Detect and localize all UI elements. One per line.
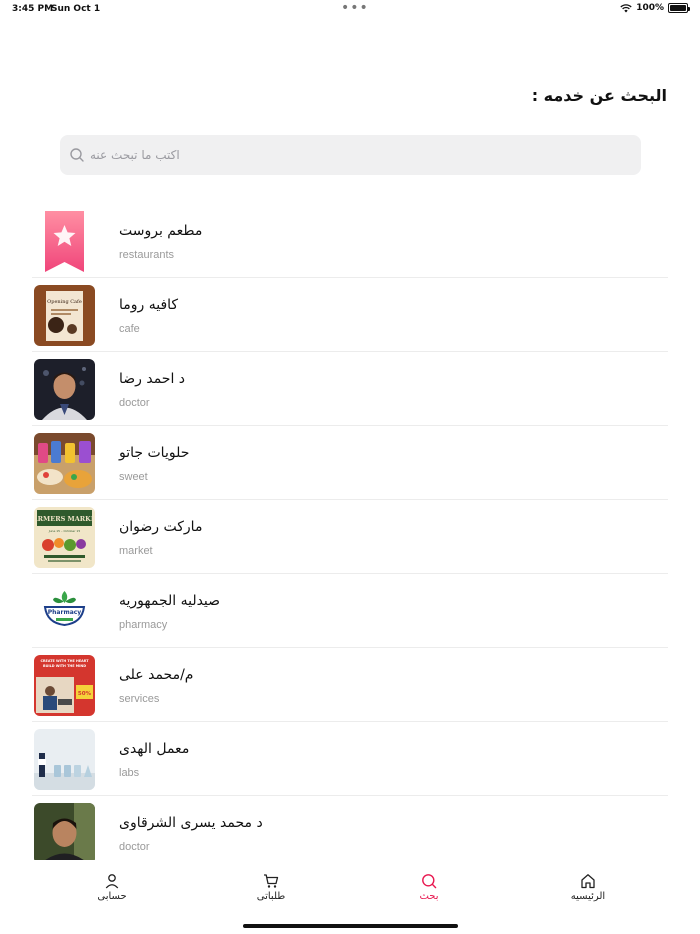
- status-bar: 3:45 PM Sun Oct 1 ••• 100%: [0, 0, 700, 18]
- tab-label: بحث: [419, 891, 439, 902]
- list-item[interactable]: Pharmacy صيدليه الجمهوريه pharmacy: [32, 574, 668, 648]
- service-category: labs: [119, 767, 140, 779]
- tab-label: الرئيسيه: [570, 891, 606, 902]
- battery-fill: [670, 5, 686, 11]
- list-item[interactable]: د محمد يسرى الشرقاوى doctor: [32, 796, 668, 860]
- service-category: pharmacy: [119, 619, 168, 631]
- multitasking-dots-icon[interactable]: •••: [341, 0, 369, 16]
- service-category: cafe: [119, 323, 140, 335]
- tab-label: حسابى: [97, 891, 127, 902]
- list-item[interactable]: Opening Cafe كافيه روما cafe: [32, 278, 668, 352]
- list-item[interactable]: CREATE WITH THE HEART BUILD WITH THE MIN…: [32, 648, 668, 722]
- service-name: ماركت رضوان: [119, 519, 203, 535]
- services-poster-line2: BUILD WITH THE MIND: [43, 664, 86, 668]
- service-list[interactable]: مطعم بروست restaurants Opening Cafe كافي…: [32, 204, 668, 860]
- list-item[interactable]: FARMERS MARKET June 15 – October 15 مارك…: [32, 500, 668, 574]
- home-indicator[interactable]: [243, 924, 458, 928]
- tab-account[interactable]: حسابى: [72, 873, 152, 902]
- search-icon: [70, 148, 84, 162]
- tab-home[interactable]: الرئيسيه: [548, 873, 628, 902]
- sweets-photo-thumbnail: [34, 433, 95, 494]
- service-name: حلويات جاتو: [119, 445, 190, 461]
- service-category: restaurants: [119, 249, 175, 261]
- pharmacy-logo-thumbnail: Pharmacy: [34, 581, 95, 642]
- status-time: 3:45 PM: [12, 4, 54, 14]
- wifi-icon: [620, 3, 632, 12]
- service-name: كافيه روما: [119, 297, 179, 313]
- farmers-market-thumbnail: FARMERS MARKET June 15 – October 15: [34, 507, 95, 568]
- pharmacy-logo-text: Pharmacy: [48, 609, 82, 616]
- tab-bar: حسابى طلباتى بحث الرئيسيه: [0, 868, 700, 912]
- cart-icon: [264, 874, 279, 888]
- tab-orders[interactable]: طلباتى: [231, 873, 311, 902]
- list-item[interactable]: مطعم بروست restaurants: [32, 204, 668, 278]
- battery-percent: 100%: [636, 3, 664, 13]
- status-date: Sun Oct 1: [51, 4, 101, 14]
- service-name: د احمد رضا: [119, 371, 186, 387]
- battery-icon: [668, 3, 690, 13]
- doctor-photo-thumbnail: [34, 803, 95, 860]
- cafe-poster-thumbnail: Opening Cafe: [34, 285, 95, 346]
- services-poster-thumbnail: CREATE WITH THE HEART BUILD WITH THE MIN…: [34, 655, 95, 716]
- service-name: صيدليه الجمهوريه: [119, 593, 221, 609]
- list-item[interactable]: د احمد رضا doctor: [32, 352, 668, 426]
- lab-photo-thumbnail: [34, 729, 95, 790]
- tab-label: طلباتى: [256, 891, 286, 902]
- market-subtitle: June 15 – October 15: [48, 529, 81, 533]
- list-item[interactable]: معمل الهدى labs: [32, 722, 668, 796]
- services-poster-badge: 50%: [78, 691, 92, 697]
- user-icon: [105, 874, 119, 889]
- search-box[interactable]: [60, 135, 641, 175]
- tab-search[interactable]: بحث: [389, 873, 469, 902]
- service-category: doctor: [119, 397, 150, 409]
- cafe-poster-title: Opening Cafe: [47, 299, 82, 305]
- service-name: معمل الهدى: [119, 741, 190, 757]
- service-category: sweet: [119, 471, 148, 483]
- service-name: د محمد يسرى الشرقاوى: [119, 815, 263, 831]
- page-title: البحث عن خدمه :: [531, 86, 667, 105]
- doctor-photo-thumbnail: [34, 359, 95, 420]
- bookmark-star-icon: [34, 211, 95, 272]
- services-poster-line1: CREATE WITH THE HEART: [40, 659, 89, 663]
- market-title: FARMERS MARKET: [34, 515, 95, 523]
- list-item[interactable]: حلويات جاتو sweet: [32, 426, 668, 500]
- search-icon: [422, 874, 437, 889]
- service-category: doctor: [119, 841, 150, 853]
- service-category: services: [119, 693, 160, 705]
- home-icon: [581, 874, 595, 889]
- status-right: 100%: [620, 3, 690, 13]
- search-input[interactable]: [90, 135, 630, 175]
- service-name: مطعم بروست: [119, 223, 203, 239]
- service-name: م/محمد على: [119, 667, 194, 683]
- service-category: market: [119, 545, 153, 557]
